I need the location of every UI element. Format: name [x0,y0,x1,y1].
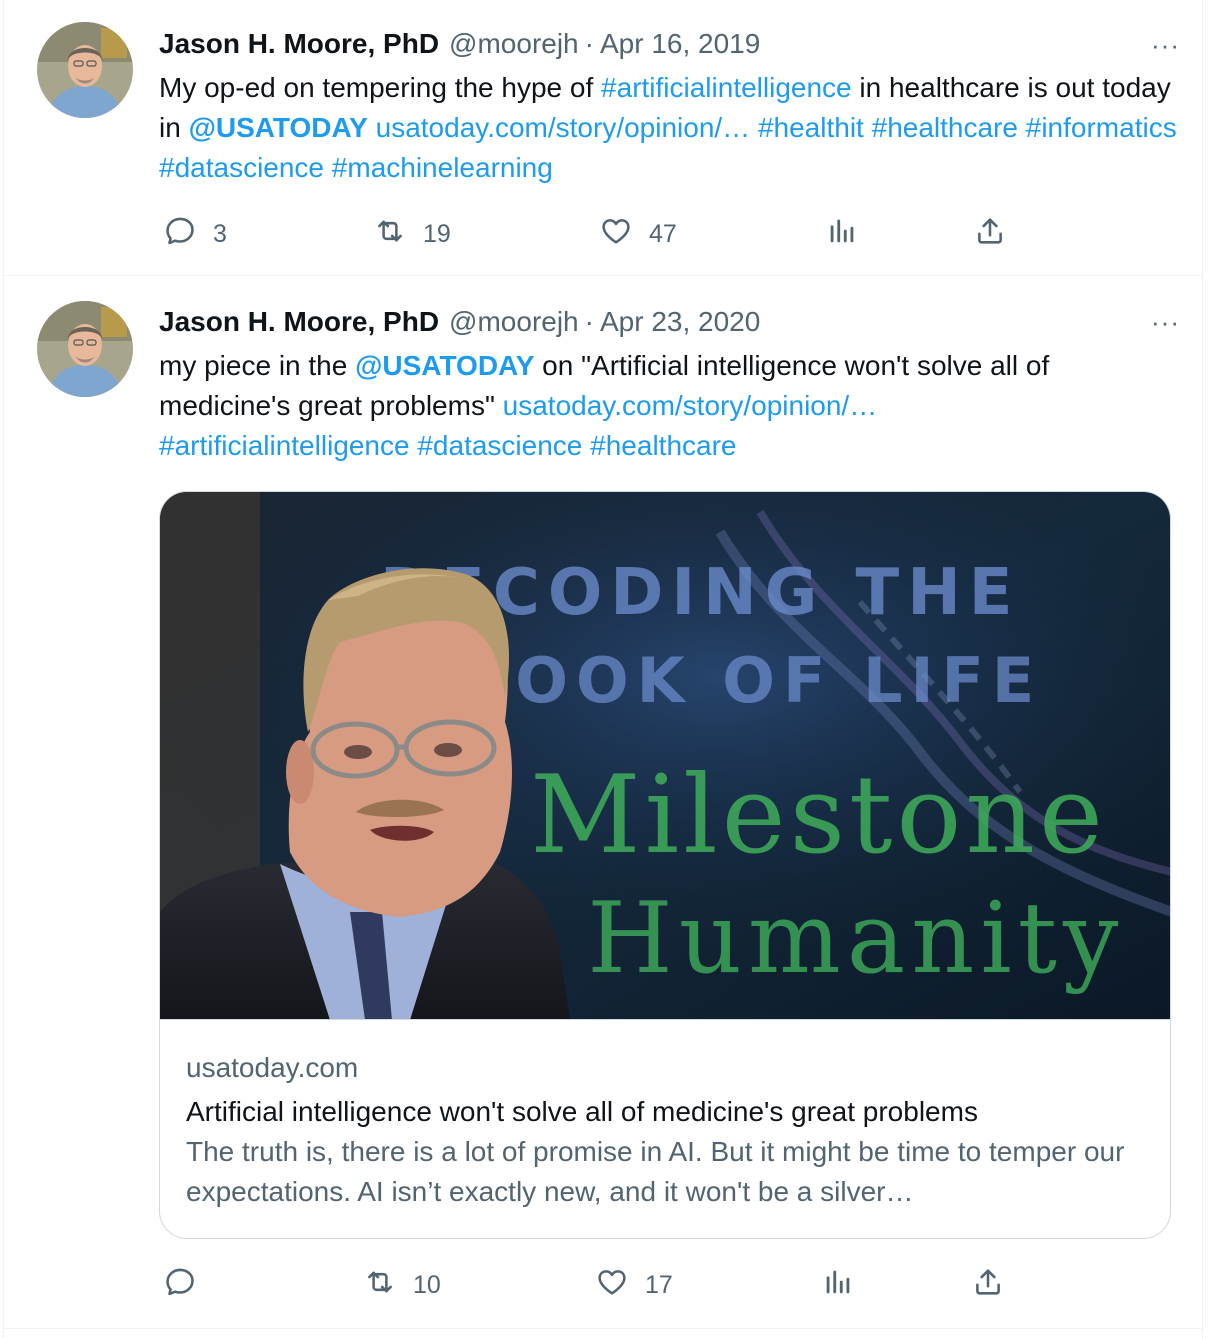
author-name[interactable]: Jason H. Moore, PhD [159,28,439,60]
action-bar: 3 19 47 [159,214,1039,254]
analytics-icon [821,1265,855,1306]
card-image[interactable]: DECODING THE BOOK OF LIFE Milestone for … [160,492,1170,1020]
tweet[interactable]: Jason H. Moore, PhD @moorejh · Apr 16, 2… [4,0,1202,276]
hashtag-link[interactable]: #healthcare [872,112,1018,143]
tweet-date[interactable]: Apr 23, 2020 [600,306,760,338]
retweet-icon [373,214,407,255]
views-button[interactable] [821,1265,855,1305]
retweet-count: 10 [413,1270,441,1299]
avatar[interactable] [37,22,133,118]
reply-icon [163,1265,197,1306]
hashtag-link[interactable]: #healthcare [590,430,736,461]
hashtag-link[interactable]: #machinelearning [332,152,553,183]
text-segment [324,152,332,183]
card-title[interactable]: Artificial intelligence won't solve all … [186,1092,1148,1132]
like-button[interactable]: 47 [599,214,677,254]
share-button[interactable] [971,1265,1005,1305]
share-icon [971,1265,1005,1306]
text-segment [582,430,590,461]
card-text: usatoday.com Artificial intelligence won… [186,1048,1148,1212]
text-segment: my piece in the [159,350,356,381]
tweet-date[interactable]: Apr 16, 2019 [600,28,760,60]
mention-link[interactable]: @USATODAY [189,112,368,143]
more-icon[interactable]: ··· [1151,32,1180,58]
separator: · [584,306,594,337]
timeline: Jason H. Moore, PhD @moorejh · Apr 16, 2… [3,0,1203,1338]
text-segment [368,112,376,143]
like-count: 47 [649,219,677,248]
card-description: The truth is, there is a lot of promise … [186,1136,1125,1207]
text-segment: My op-ed on tempering the hype of [159,72,602,103]
card-domain: usatoday.com [186,1052,359,1083]
hashtag-link[interactable]: #artificialintelligence [601,72,852,103]
like-count: 17 [645,1270,673,1299]
author-handle[interactable]: @moorejh [449,28,579,60]
tweet-header: Jason H. Moore, PhD @moorejh · Apr 23, 2… [159,302,1182,342]
action-bar: 10 17 [159,1265,1039,1305]
retweet-button[interactable]: 19 [373,214,451,254]
image-text-line: Milestone [530,753,1107,878]
link-preview-card[interactable]: DECODING THE BOOK OF LIFE Milestone for … [159,491,1171,1239]
hashtag-link[interactable]: #datascience [417,430,582,461]
tweet[interactable]: Jason H. Moore, PhD @moorejh · Apr 23, 2… [4,277,1202,1329]
like-button[interactable]: 17 [595,1265,673,1305]
hashtag-link[interactable]: #artificialintelligence [159,430,410,461]
reply-button[interactable]: 3 [163,214,227,254]
share-button[interactable] [973,214,1007,254]
share-icon [973,214,1007,255]
retweet-count: 19 [423,219,451,248]
author-name[interactable]: Jason H. Moore, PhD [159,306,439,338]
url-link[interactable]: usatoday.com/story/opinion/… [503,390,878,421]
heart-icon [595,1265,629,1306]
hashtag-link[interactable]: #informatics [1026,112,1177,143]
author-handle[interactable]: @moorejh [449,306,579,338]
reply-button[interactable] [163,1265,213,1305]
views-button[interactable] [825,214,859,254]
text-segment [864,112,872,143]
hashtag-link[interactable]: #healthit [758,112,864,143]
tweet-header: Jason H. Moore, PhD @moorejh · Apr 16, 2… [159,24,1182,64]
avatar[interactable] [37,301,133,397]
heart-icon [599,214,633,255]
hashtag-link[interactable]: #datascience [159,152,324,183]
separator: · [584,28,594,59]
more-icon[interactable]: ··· [1151,309,1180,335]
text-segment [750,112,758,143]
retweet-icon [363,1265,397,1306]
mention-link[interactable]: @USATODAY [355,350,534,381]
url-link[interactable]: usatoday.com/story/opinion/… [376,112,751,143]
reply-icon [163,214,197,255]
image-text-line: BOOK OF LIFE [460,644,1042,717]
retweet-button[interactable]: 10 [363,1265,441,1305]
tweet-text: My op-ed on tempering the hype of #artif… [159,68,1179,188]
tweet-text: my piece in the @USATODAY on "Artificial… [159,346,1179,466]
text-segment [1018,112,1026,143]
reply-count: 3 [213,219,227,248]
analytics-icon [825,214,859,255]
